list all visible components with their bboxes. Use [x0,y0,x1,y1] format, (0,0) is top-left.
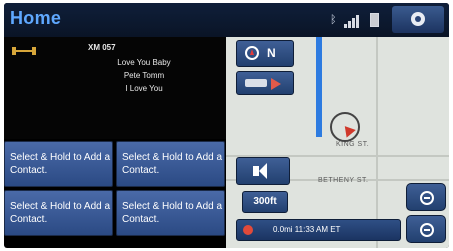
battery-icon [370,13,379,27]
zoom-in-button[interactable] [406,183,446,211]
eta-text: 0.0mi 11:33 AM ET [273,225,341,234]
arrow-right-icon [271,78,281,90]
contact-label: Select & Hold to Add a Contact. [10,152,111,176]
gear-icon [411,12,425,26]
zoom-in-icon [420,191,434,205]
eta-bar[interactable]: 0.0mi 11:33 AM ET [236,219,401,241]
map-road [376,37,378,248]
signal-strength-icon [344,14,362,28]
contact-button-2[interactable]: Select & Hold to Add a Contact. [116,141,225,187]
compass-direction: N [267,46,276,60]
contact-button-3[interactable]: Select & Hold to Add a Contact. [4,190,113,236]
speaker-icon [253,163,267,179]
compass-button[interactable]: N [236,40,294,67]
header-bar: Home ᛒ [4,3,449,37]
status-icons: ᛒ [330,13,384,29]
page-title: Home [10,8,62,28]
volume-button[interactable] [236,157,290,185]
route-icon [245,79,267,87]
audio-line: Love You Baby [117,58,171,67]
street-label: KING ST. [336,141,370,148]
audio-line: I Love You [125,84,163,93]
route-line [316,37,322,137]
compass-icon [245,46,259,60]
contact-label: Select & Hold to Add a Contact. [122,201,223,225]
audio-source-icon [12,47,36,55]
head-unit-screen: Home ᛒ XM 057 Love You Baby Pete Tomm I … [4,3,449,248]
settings-button[interactable] [392,6,444,33]
map-scale-button[interactable]: 300ft [242,191,288,213]
destination-icon [243,225,253,235]
map-scale: 300ft [253,196,277,207]
audio-track-info: Love You Baby Pete Tomm I Love You [64,56,224,95]
audio-channel: XM 057 [88,43,116,52]
contact-label: Select & Hold to Add a Contact. [122,152,223,176]
street-label: BETHENY ST. [318,177,369,184]
contact-label: Select & Hold to Add a Contact. [10,201,111,225]
zoom-out-icon [420,223,434,237]
contact-button-4[interactable]: Select & Hold to Add a Contact. [116,190,225,236]
route-button[interactable] [236,71,294,95]
audio-line: Pete Tomm [123,71,165,80]
audio-panel[interactable]: XM 057 Love You Baby Pete Tomm I Love Yo… [4,37,226,139]
contact-button-1[interactable]: Select & Hold to Add a Contact. [4,141,113,187]
bluetooth-icon: ᛒ [330,14,337,26]
zoom-out-button[interactable] [406,215,446,243]
